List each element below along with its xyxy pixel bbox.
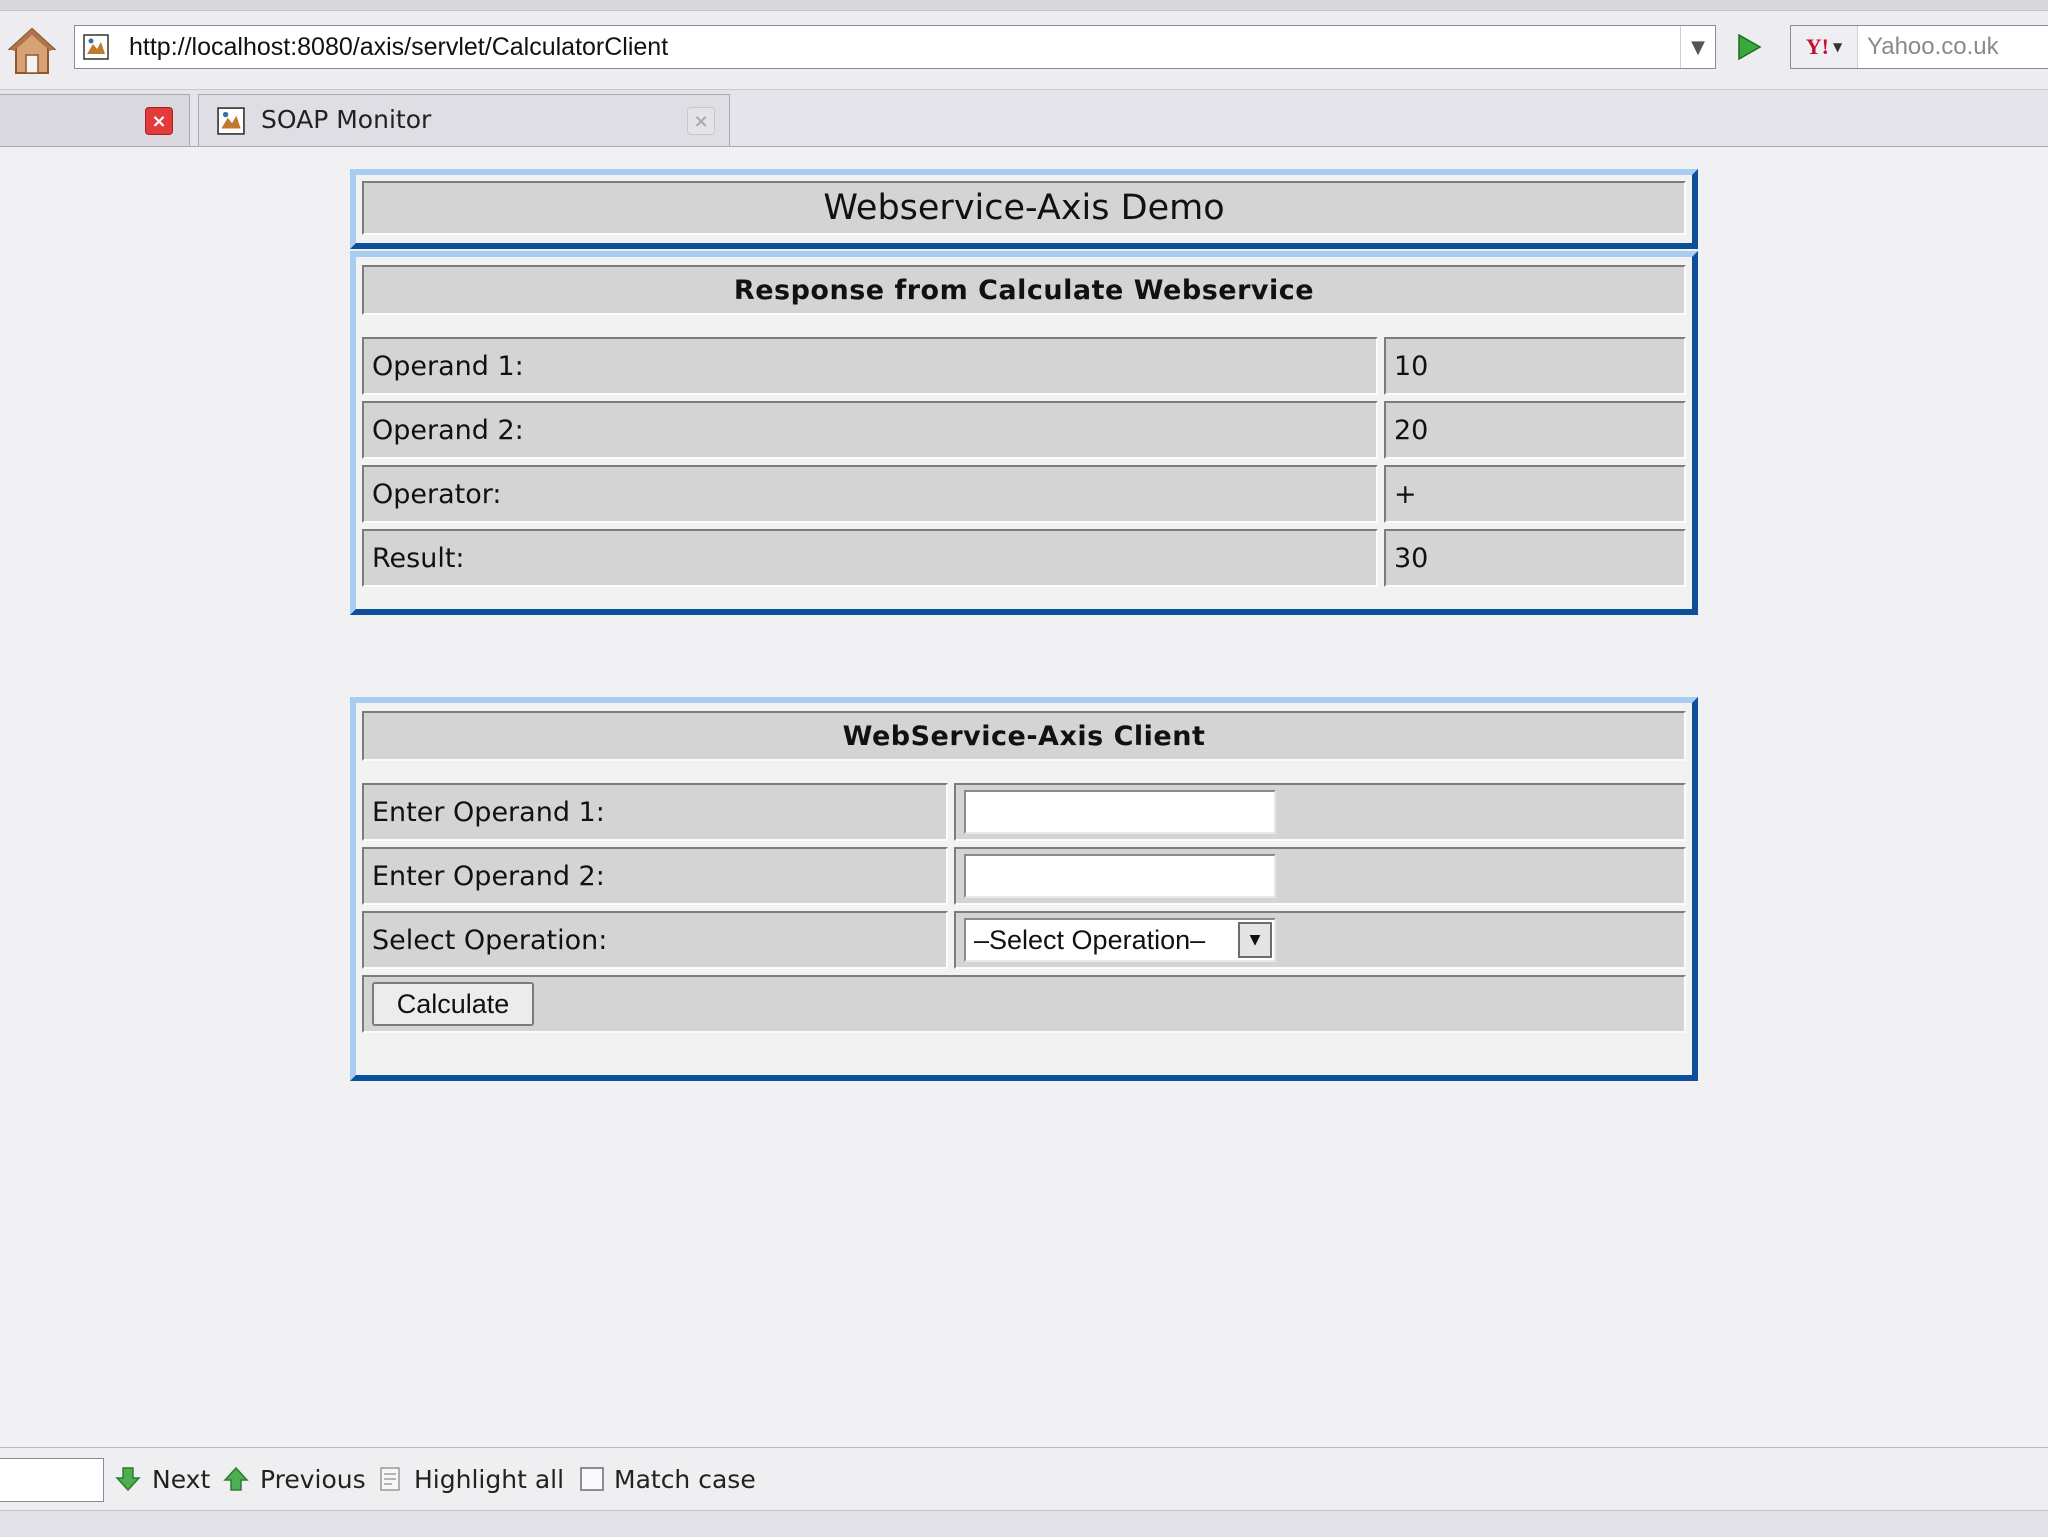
search-placeholder[interactable]: Yahoo.co.uk [1867,26,1999,68]
tab-previous[interactable]: × [0,94,190,146]
response-heading: Response from Calculate Webservice [362,265,1686,315]
search-engine-selector[interactable]: Y! ▼ [1791,26,1858,68]
close-icon[interactable]: × [145,107,173,135]
find-next-button[interactable]: Next [114,1448,210,1510]
chevron-down-icon[interactable]: ▼ [1238,922,1272,958]
close-icon[interactable]: × [687,107,715,135]
tab-strip: × SOAP Monitor × [0,90,2048,147]
find-bar: Next Previous Highlight all Match case [0,1447,2048,1510]
yahoo-logo-icon: Y! [1805,34,1829,59]
table-row: Select Operation: –Select Operation– ▼ [362,911,1686,969]
chevron-down-icon: ▼ [1832,40,1843,54]
go-arrow-icon [1738,33,1762,61]
client-heading: WebService-Axis Client [362,711,1686,761]
operand2-value: 20 [1384,401,1686,459]
operand1-field-cell [954,783,1686,841]
navigation-toolbar: http://localhost:8080/axis/servlet/Calcu… [0,11,2048,90]
operand1-label: Operand 1: [362,337,1378,395]
arrow-up-icon [223,1466,249,1491]
operand1-value: 10 [1384,337,1686,395]
table-row: Enter Operand 1: [362,783,1686,841]
highlight-icon [380,1467,400,1491]
window-top-strip [0,0,2048,11]
operation-selected-value: –Select Operation– [974,925,1206,955]
operator-label: Operator: [362,465,1378,523]
match-case-checkbox[interactable] [580,1467,604,1491]
page-favicon-icon [83,34,109,60]
home-button[interactable] [6,25,58,77]
operand2-input[interactable] [964,854,1276,898]
result-value: 30 [1384,529,1686,587]
chevron-down-icon: ▼ [1691,36,1705,58]
operand1-field-label: Enter Operand 1: [362,783,948,841]
table-row: Operand 1: 10 [362,337,1686,395]
calculate-cell: Calculate [362,975,1686,1033]
operand2-field-cell [954,847,1686,905]
response-panel: Response from Calculate Webservice Opera… [350,251,1698,615]
client-panel: WebService-Axis Client Enter Operand 1: … [350,697,1698,1081]
operator-value: + [1384,465,1686,523]
operation-field-label: Select Operation: [362,911,948,969]
arrow-down-icon [115,1467,141,1492]
title-panel: Webservice-Axis Demo [350,169,1698,249]
find-previous-button[interactable]: Previous [222,1448,366,1510]
table-row: Result: 30 [362,529,1686,587]
calculate-button[interactable]: Calculate [372,982,534,1026]
operation-field-cell: –Select Operation– ▼ [954,911,1686,969]
search-box[interactable]: Y! ▼ Yahoo.co.uk [1790,25,2048,69]
highlight-all-label: Highlight all [414,1464,565,1494]
page-content: Webservice-Axis Demo Response from Calcu… [0,147,2048,1447]
address-bar[interactable]: http://localhost:8080/axis/servlet/Calcu… [74,25,1716,69]
table-row: Operand 2: 20 [362,401,1686,459]
tab-soap-monitor[interactable]: SOAP Monitor × [198,94,730,146]
highlight-all-button[interactable]: Highlight all [376,1448,564,1510]
go-button[interactable] [1726,25,1770,69]
result-label: Result: [362,529,1378,587]
address-history-dropdown[interactable]: ▼ [1680,26,1715,68]
operand1-input[interactable] [964,790,1276,834]
page-title: Webservice-Axis Demo [362,181,1686,235]
page-favicon-icon [217,107,245,135]
tab-label: SOAP Monitor [261,105,432,134]
home-icon [7,27,57,74]
find-previous-label: Previous [260,1464,366,1494]
operand2-field-label: Enter Operand 2: [362,847,948,905]
find-next-label: Next [152,1464,211,1494]
find-input[interactable] [0,1458,104,1502]
match-case-toggle[interactable]: Match case [580,1448,756,1510]
table-row: Operator: + [362,465,1686,523]
match-case-label: Match case [614,1464,756,1494]
table-row: Calculate [362,975,1686,1033]
status-strip [0,1510,2048,1537]
operation-select[interactable]: –Select Operation– ▼ [964,918,1276,962]
operand2-label: Operand 2: [362,401,1378,459]
table-row: Enter Operand 2: [362,847,1686,905]
address-url[interactable]: http://localhost:8080/axis/servlet/Calcu… [129,26,668,68]
